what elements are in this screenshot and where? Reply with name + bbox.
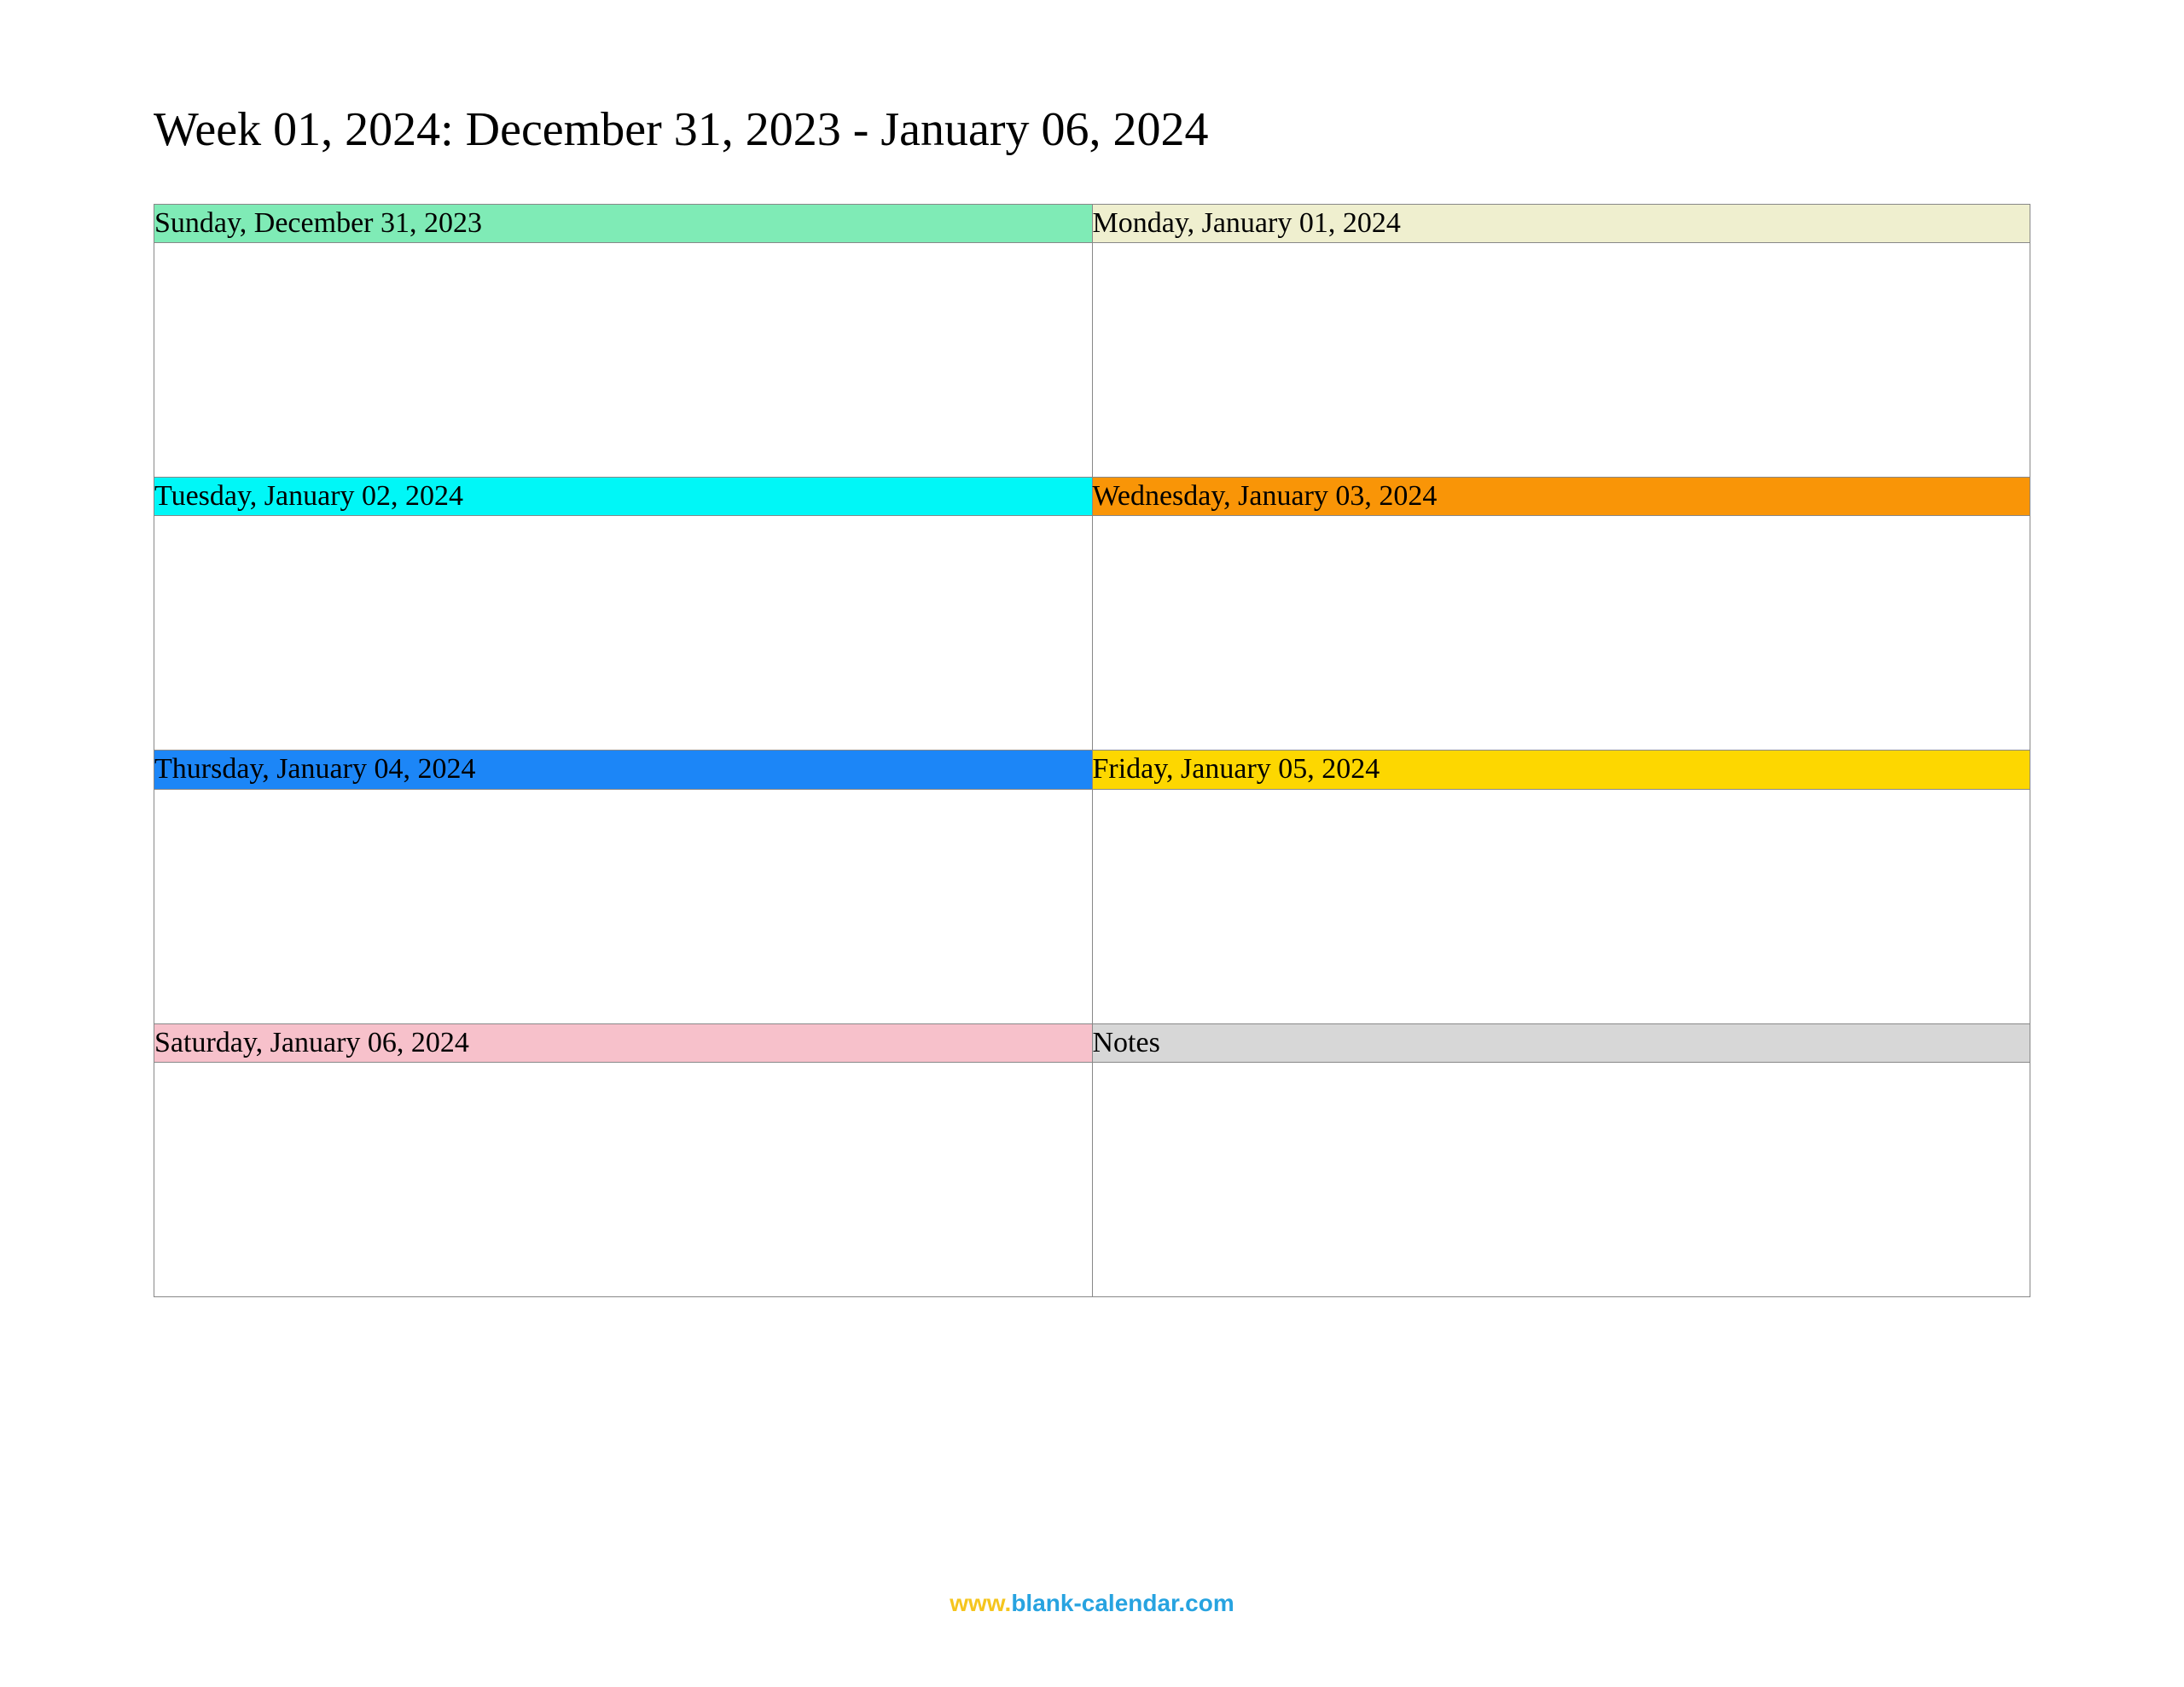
monday-header: Monday, January 01, 2024 [1092,205,2030,243]
footer-prefix: www. [950,1590,1011,1616]
wednesday-body[interactable] [1092,516,2030,751]
saturday-header: Saturday, January 06, 2024 [154,1023,1093,1062]
friday-body[interactable] [1092,789,2030,1023]
thursday-body[interactable] [154,789,1093,1023]
calendar-grid: Sunday, December 31, 2023 Monday, Januar… [154,204,2030,1297]
notes-body[interactable] [1092,1062,2030,1296]
footer-link[interactable]: www.blank-calendar.com [0,1590,2184,1617]
saturday-body[interactable] [154,1062,1093,1296]
footer-domain: blank-calendar.com [1011,1590,1234,1616]
sunday-header: Sunday, December 31, 2023 [154,205,1093,243]
friday-header: Friday, January 05, 2024 [1092,751,2030,789]
tuesday-body[interactable] [154,516,1093,751]
weekly-calendar-page: Week 01, 2024: December 31, 2023 - Janua… [0,0,2184,1297]
wednesday-header: Wednesday, January 03, 2024 [1092,478,2030,516]
tuesday-header: Tuesday, January 02, 2024 [154,478,1093,516]
thursday-header: Thursday, January 04, 2024 [154,751,1093,789]
page-title: Week 01, 2024: December 31, 2023 - Janua… [154,102,2030,157]
sunday-body[interactable] [154,243,1093,478]
notes-header: Notes [1092,1023,2030,1062]
monday-body[interactable] [1092,243,2030,478]
